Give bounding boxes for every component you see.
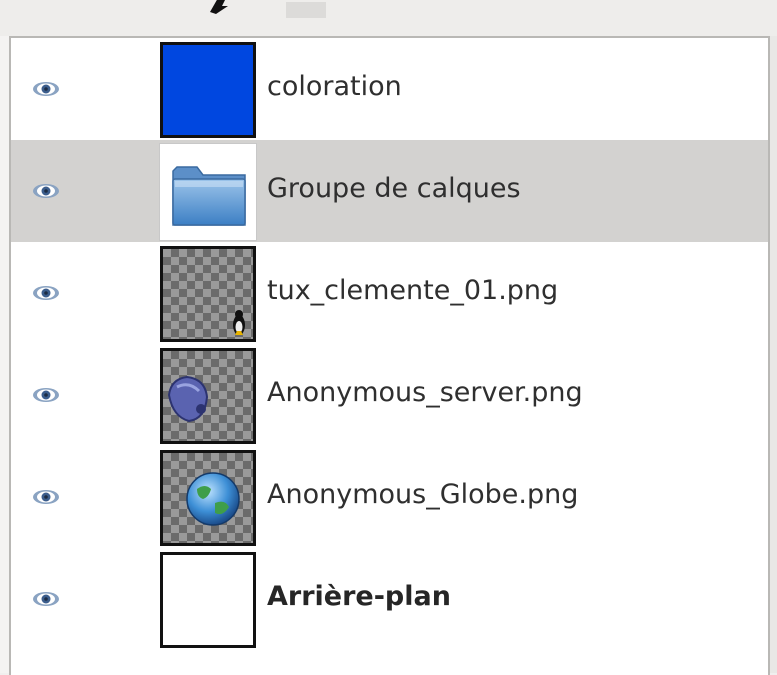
clipped-tool-button[interactable] — [286, 2, 326, 18]
eye-visibility-icon[interactable] — [31, 386, 61, 404]
layer-name[interactable]: Arrière-plan — [267, 581, 451, 612]
eye-visibility-icon[interactable] — [31, 284, 61, 302]
layer-name[interactable]: Anonymous_server.png — [267, 377, 583, 408]
layer-row-anonymous-server[interactable]: Anonymous_server.png — [11, 344, 768, 446]
eye-visibility-icon[interactable] — [31, 182, 61, 200]
panel-right-edge — [770, 36, 777, 673]
layer-name[interactable]: coloration — [267, 71, 402, 102]
white-background-thumbnail — [160, 552, 256, 648]
tux-penguin-thumbnail — [160, 246, 256, 342]
layers-list: coloration Groupe de calques tux_clement… — [9, 36, 770, 675]
layer-name[interactable]: Anonymous_Globe.png — [267, 479, 578, 510]
server-thumbnail — [160, 348, 256, 444]
layer-row-anonymous-globe[interactable]: Anonymous_Globe.png — [11, 446, 768, 548]
globe-thumbnail — [160, 450, 256, 546]
clipped-tool-icon — [210, 0, 228, 14]
layer-name[interactable]: Groupe de calques — [267, 173, 521, 204]
eye-visibility-icon[interactable] — [31, 488, 61, 506]
layer-row-tux[interactable]: tux_clemente_01.png — [11, 242, 768, 344]
layer-name[interactable]: tux_clemente_01.png — [267, 275, 558, 306]
panel-top-strip — [0, 0, 777, 36]
layers-panel: coloration Groupe de calques tux_clement… — [0, 0, 777, 675]
layer-row-groupe-de-calques[interactable]: Groupe de calques — [11, 140, 768, 242]
folder-icon — [160, 144, 256, 240]
layer-thumbnail-coloration — [160, 42, 256, 138]
layer-row-arriere-plan[interactable]: Arrière-plan — [11, 548, 768, 650]
eye-visibility-icon[interactable] — [31, 80, 61, 98]
eye-visibility-icon[interactable] — [31, 590, 61, 608]
layer-row-coloration[interactable]: coloration — [11, 38, 768, 140]
